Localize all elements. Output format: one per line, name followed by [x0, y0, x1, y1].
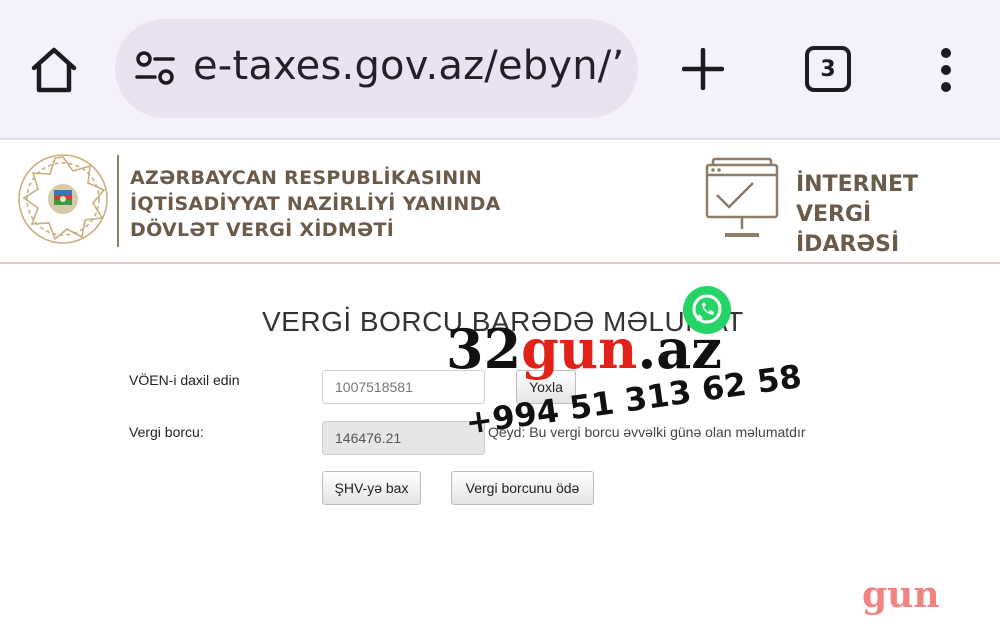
watermark-site: 32gun.az — [446, 322, 722, 376]
home-icon[interactable] — [28, 44, 80, 96]
organization-name[interactable]: AZƏRBAYCAN RESPUBLİKASININ İQTİSADİYYAT … — [130, 165, 501, 243]
portal-line-2: İDARƏSİ — [796, 232, 900, 257]
watermark-red: gun — [521, 317, 638, 381]
url-text[interactable]: e-taxes.gov.az/ebyn/’ — [193, 43, 624, 89]
view-shv-button[interactable]: ŞHV-yə bax — [322, 471, 421, 505]
address-bar[interactable]: e-taxes.gov.az/ebyn/’ — [115, 19, 638, 118]
more-vert-icon[interactable] — [935, 47, 957, 93]
portal-monitor-icon — [705, 157, 779, 237]
org-line-3: DÖVLƏT VERGİ XİDMƏTİ — [130, 219, 395, 241]
pay-debt-button[interactable]: Vergi borcunu ödə — [451, 471, 594, 505]
portal-line-1: İNTERNET VERGİ — [796, 172, 919, 227]
plus-icon[interactable] — [682, 48, 724, 90]
debt-label: Vergi borcu: — [129, 424, 204, 440]
tune-icon[interactable] — [135, 50, 175, 86]
tab-count: 3 — [820, 56, 836, 82]
voen-label: VÖEN-i daxil edin — [129, 372, 240, 388]
browser-toolbar: e-taxes.gov.az/ebyn/’ 3 — [0, 0, 1000, 140]
portal-name[interactable]: İNTERNET VERGİ İDARƏSİ — [796, 170, 1000, 260]
state-emblem-icon — [18, 154, 108, 244]
header-divider — [117, 155, 119, 247]
org-line-2: İQTİSADİYYAT NAZİRLİYİ YANINDA — [130, 193, 501, 215]
watermark-prefix: 32 — [446, 317, 522, 381]
org-line-1: AZƏRBAYCAN RESPUBLİKASININ — [130, 167, 483, 189]
site-header: AZƏRBAYCAN RESPUBLİKASININ İQTİSADİYYAT … — [0, 140, 1000, 264]
tab-switcher-button[interactable]: 3 — [805, 46, 851, 92]
watermark-corner: gun — [862, 574, 940, 616]
debt-amount-field — [322, 421, 485, 455]
